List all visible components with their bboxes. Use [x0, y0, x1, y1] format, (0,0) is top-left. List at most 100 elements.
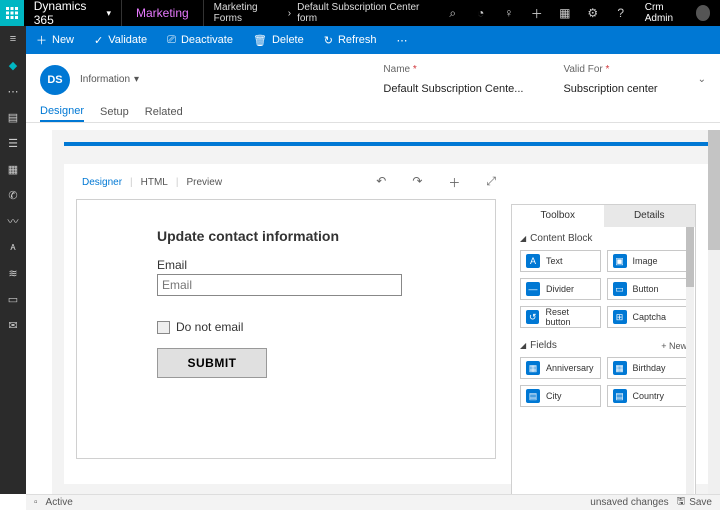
trash-icon: 🗑 [253, 34, 267, 47]
rail-item-phone[interactable]: ✆ [0, 182, 26, 208]
toolbox-tab-details[interactable]: Details [604, 205, 696, 227]
checkbox-icon[interactable] [157, 321, 170, 334]
chevron-right-icon: › [288, 8, 291, 19]
save-label: Save [689, 497, 712, 508]
field-icon: ▤ [613, 389, 627, 403]
unsaved-changes-label: unsaved changes [590, 497, 668, 508]
redo-icon[interactable]: ↷ [412, 174, 422, 191]
tile-city[interactable]: ▤City [520, 385, 601, 407]
save-button[interactable]: 🖫Save [677, 494, 712, 511]
tile-image[interactable]: ▣Image [607, 250, 688, 272]
validate-button[interactable]: ✓Validate [84, 34, 157, 47]
form-selector[interactable]: Information▾ [80, 74, 139, 85]
rail-item-graph[interactable]: 〰 [0, 208, 26, 234]
fullscreen-icon[interactable]: ⤢ [486, 174, 496, 191]
validate-label: Validate [108, 34, 147, 46]
section-content-block[interactable]: ◢Content Block [520, 233, 687, 244]
rail-item-mail[interactable]: ✉ [0, 312, 26, 338]
toolbox-tab-toolbox[interactable]: Toolbox [512, 205, 604, 227]
tile-country[interactable]: ▤ Country [607, 385, 688, 407]
tile-birthday[interactable]: ▦ Birthday [607, 357, 688, 379]
tile-captcha-label: Captcha [633, 312, 667, 322]
rail-item-folder[interactable]: ▭ [0, 286, 26, 312]
header-field-name[interactable]: Name * Default Subscription Cente... [383, 64, 523, 95]
help-icon[interactable]: ? [607, 0, 635, 26]
add-new-field-link[interactable]: + New [661, 341, 687, 351]
undo-icon[interactable]: ↶ [376, 174, 386, 191]
settings-icon[interactable]: ⚙ [579, 0, 607, 26]
email-input[interactable] [157, 274, 402, 296]
tab-related[interactable]: Related [145, 101, 183, 122]
record-header: DS Information▾ Default Subscription Cen… [26, 54, 720, 101]
validfor-field-label: Valid For [563, 64, 602, 75]
toolbox-scrollbar[interactable] [686, 227, 694, 494]
rail-item-list[interactable]: ☰ [0, 130, 26, 156]
section-fields[interactable]: ◢Fields+ New [520, 340, 687, 351]
scrollbar-thumb[interactable] [686, 227, 694, 287]
tile-button-label: Button [633, 284, 659, 294]
email-label: Email [157, 258, 415, 272]
task-icon[interactable]: ◔ [467, 0, 495, 26]
header-field-validfor[interactable]: Valid For * Subscription center [563, 64, 657, 95]
page-scrollbar[interactable] [708, 130, 720, 494]
add-element-icon[interactable]: ＋ [448, 174, 460, 191]
separator: | [176, 177, 179, 188]
app-launcher-icon[interactable] [0, 0, 24, 26]
tile-divider[interactable]: —Divider [520, 278, 601, 300]
reset-icon: ↺ [526, 310, 539, 324]
tile-button[interactable]: ▭Button [607, 278, 688, 300]
form-canvas[interactable]: Update contact information Email Do not … [76, 199, 496, 459]
topbar-icons: ⌕ ◔ ♀ ＋ ▦ ⚙ ? [439, 0, 635, 26]
scrollbar-thumb[interactable] [708, 130, 720, 250]
tile-birthday-label: Birthday [633, 363, 666, 373]
captcha-icon: ⊞ [613, 310, 627, 324]
app-name[interactable]: Marketing [121, 0, 204, 26]
editor-tab-preview[interactable]: Preview [180, 175, 228, 190]
rail-item-person[interactable]: ᴀ [0, 234, 26, 260]
header-expand-button[interactable]: ⌄ [698, 74, 706, 85]
section-content-label: Content Block [530, 233, 592, 244]
tab-designer[interactable]: Designer [40, 101, 84, 122]
tile-text[interactable]: AText [520, 250, 601, 272]
editor-tab-designer[interactable]: Designer [76, 175, 128, 190]
date-icon: ▦ [613, 361, 627, 375]
search-icon[interactable]: ⌕ [439, 0, 467, 26]
filter-icon[interactable]: ▦ [551, 0, 579, 26]
add-icon[interactable]: ＋ [523, 0, 551, 26]
do-not-email-row[interactable]: Do not email [157, 320, 415, 334]
separator: | [130, 177, 133, 188]
delete-button[interactable]: 🗑Delete [243, 34, 314, 47]
divider-icon: — [526, 282, 540, 296]
breadcrumb-root[interactable]: Marketing Forms [214, 2, 282, 24]
rail-item-calendar[interactable]: ▦ [0, 156, 26, 182]
new-button[interactable]: ＋New [26, 32, 84, 48]
user-menu[interactable]: Crm Admin [635, 2, 720, 24]
field-icon: ▤ [526, 389, 540, 403]
record-badge: DS [40, 65, 70, 95]
rail-menu-icon[interactable]: ≡ [0, 26, 26, 52]
tile-captcha[interactable]: ⊞ Captcha [607, 306, 688, 328]
tile-anniversary[interactable]: ▦Anniversary [520, 357, 601, 379]
plus-icon: ＋ [36, 32, 47, 48]
brand-label[interactable]: Dynamics 365 ▾ [24, 0, 121, 27]
refresh-button[interactable]: ↻Refresh [314, 34, 387, 47]
bulb-icon[interactable]: ♀ [495, 0, 523, 26]
tile-text-label: Text [546, 256, 563, 266]
tab-setup[interactable]: Setup [100, 101, 129, 122]
editor-tab-html[interactable]: HTML [135, 175, 174, 190]
rail-item-segment[interactable]: ≋ [0, 260, 26, 286]
tile-reset[interactable]: ↺Reset button [520, 306, 601, 328]
rail-item-more[interactable]: ⋯ [0, 78, 26, 104]
do-not-email-label: Do not email [176, 320, 243, 334]
submit-button[interactable]: SUBMIT [157, 348, 267, 378]
tile-image-label: Image [633, 256, 658, 266]
main-area: Designer | HTML | Preview ↶ ↷ ＋ ⤢ Update… [52, 130, 720, 494]
rail-item-chart[interactable]: ▤ [0, 104, 26, 130]
tile-country-label: Country [633, 391, 665, 401]
save-icon: 🖫 [677, 494, 686, 511]
command-bar: ＋New ✓Validate ⎚Deactivate 🗑Delete ↻Refr… [26, 26, 720, 54]
more-commands-button[interactable]: ⋯ [386, 34, 417, 47]
deactivate-button[interactable]: ⎚Deactivate [157, 34, 243, 47]
rail-item-selected[interactable]: ◆ [0, 52, 26, 78]
statusbar-icon[interactable]: ▫ [34, 497, 38, 508]
